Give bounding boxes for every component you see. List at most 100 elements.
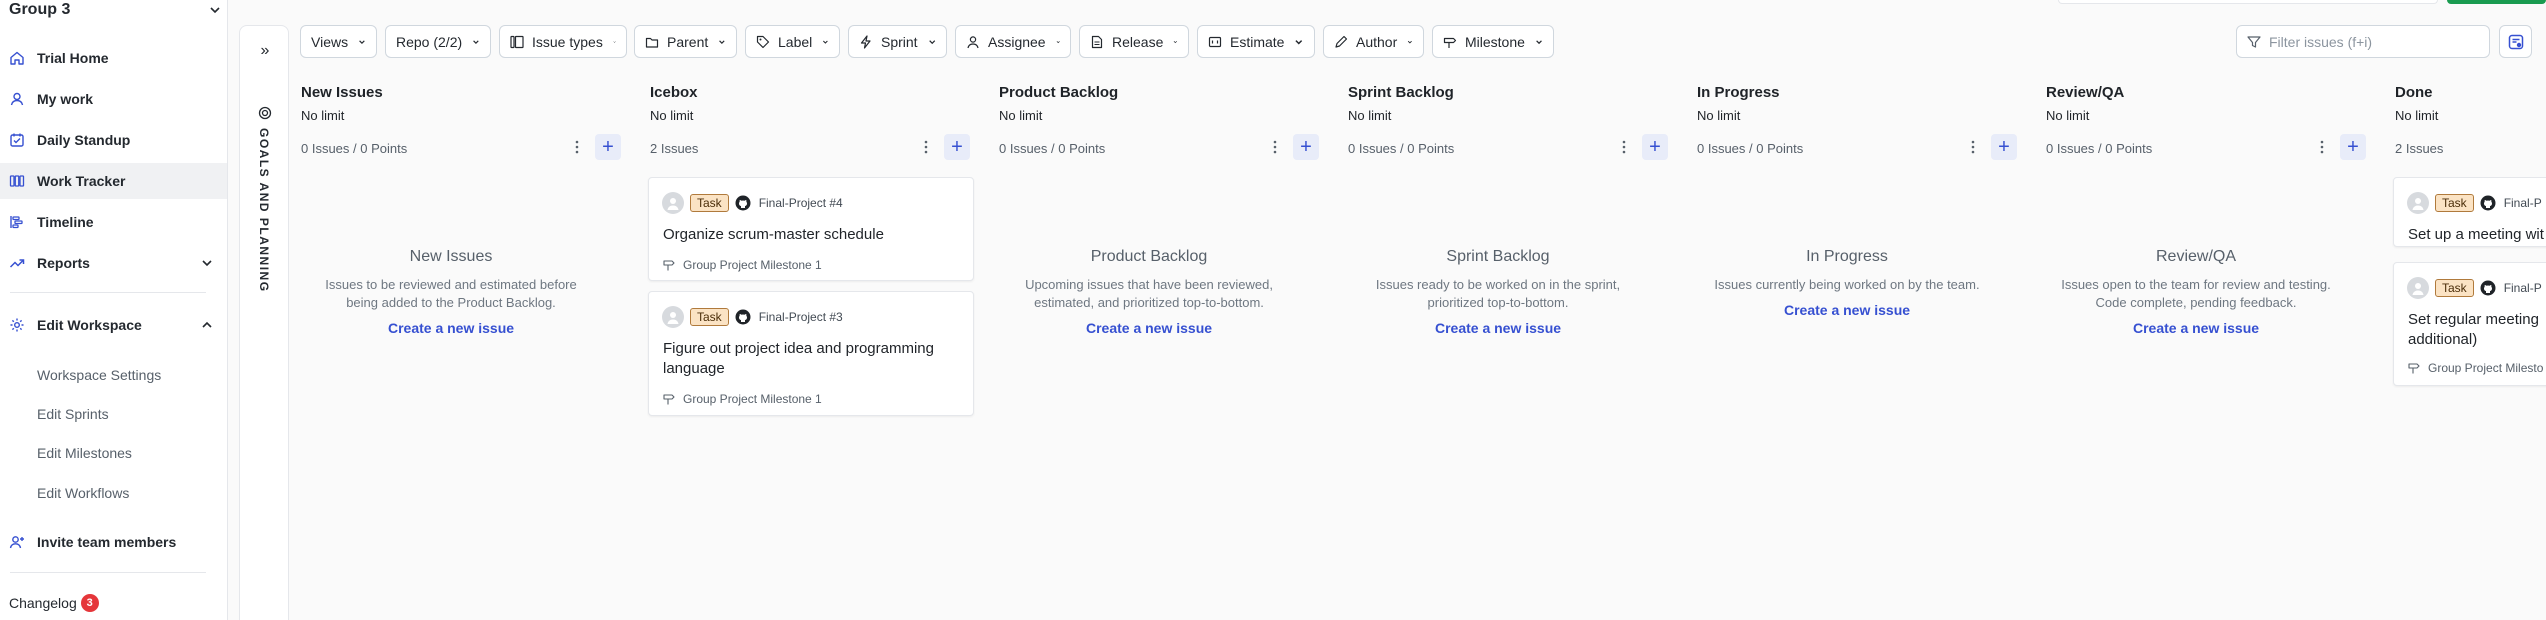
issue-card[interactable]: Task Final-P Set up a meeting wit — [2393, 177, 2546, 247]
document-icon — [1090, 35, 1104, 49]
empty-state: In Progress Issues currently being worke… — [1697, 248, 1997, 318]
new-issue-button[interactable] — [2447, 0, 2546, 4]
repo-filter[interactable]: Repo (2/2) — [385, 25, 491, 58]
column-menu-button[interactable] — [569, 137, 585, 157]
estimate-filter[interactable]: Estimate — [1197, 25, 1315, 58]
milestone-filter[interactable]: Milestone — [1432, 25, 1554, 58]
issue-card[interactable]: Task Final-Project #3 Figure out project… — [648, 291, 974, 416]
github-icon — [735, 309, 751, 325]
column-limit: No limit — [650, 108, 694, 123]
column-count: 0 Issues / 0 Points — [301, 141, 408, 156]
chevron-down-icon — [1536, 39, 1542, 44]
column-menu-button[interactable] — [1616, 137, 1632, 157]
target-icon — [258, 106, 272, 120]
card-header: Task Final-Project #4 — [662, 192, 843, 214]
create-issue-link[interactable]: Create a new issue — [2133, 320, 2259, 336]
timeline-icon — [9, 214, 25, 230]
sidebar-item-edit-workspace[interactable]: Edit Workspace — [0, 307, 227, 343]
user-icon — [966, 35, 980, 49]
empty-description: Issues currently being worked on by the … — [1714, 277, 1980, 292]
create-issue-link[interactable]: Create a new issue — [388, 320, 514, 336]
sprint-filter[interactable]: Sprint — [848, 25, 947, 58]
chevron-down-icon — [823, 40, 829, 44]
sidebar-item-label: My work — [37, 91, 94, 107]
chevron-down-icon — [473, 39, 479, 44]
chevron-down-icon — [1408, 40, 1413, 43]
column-product-backlog: Product Backlog No limit 0 Issues / 0 Po… — [987, 80, 1327, 620]
parent-filter[interactable]: Parent — [634, 25, 737, 58]
kebab-icon — [2320, 140, 2324, 154]
create-issue-link[interactable]: Create a new issue — [1784, 302, 1910, 318]
milestone-icon — [663, 394, 675, 405]
column-menu-button[interactable] — [1267, 137, 1283, 157]
column-count: 0 Issues / 0 Points — [1697, 141, 1804, 156]
issue-card[interactable]: Task Final-Project #4 Organize scrum-mas… — [648, 177, 974, 281]
sidebar-subitem-edit-sprints[interactable]: Edit Sprints — [37, 399, 109, 429]
filter-issues-search[interactable] — [2236, 25, 2490, 58]
milestone-icon — [1443, 35, 1457, 49]
sidebar-item-reports[interactable]: Reports — [0, 245, 227, 281]
issue-milestone: Group Project Milestone 1 — [663, 258, 822, 272]
kebab-icon — [924, 140, 928, 154]
column-menu-button[interactable] — [2314, 137, 2330, 157]
sidebar-item-timeline[interactable]: Timeline — [0, 204, 227, 240]
empty-state: New Issues Issues to be reviewed and est… — [301, 248, 601, 336]
create-issue-link[interactable]: Create a new issue — [1435, 320, 1561, 336]
column-done: Done No limit 2 Issues Task Final-P Set … — [2383, 80, 2546, 620]
label-filter[interactable]: Label — [745, 25, 840, 58]
add-issue-button[interactable]: + — [944, 134, 970, 160]
sidebar-item-my-work[interactable]: My work — [0, 81, 227, 117]
column-menu-button[interactable] — [918, 137, 934, 157]
sidebar-item-daily-standup[interactable]: Daily Standup — [0, 122, 227, 158]
create-issue-link[interactable]: Create a new issue — [1086, 320, 1212, 336]
filter-icon — [2247, 35, 2261, 48]
add-issue-button[interactable]: + — [595, 134, 621, 160]
column-menu-button[interactable] — [1965, 137, 1981, 157]
empty-title: Sprint Backlog — [1446, 248, 1550, 265]
column-title: Done — [2395, 84, 2433, 101]
assignee-filter[interactable]: Assignee — [955, 25, 1071, 58]
views-filter[interactable]: Views — [300, 25, 377, 58]
empty-description: Issues open to the team for review and t… — [2061, 277, 2331, 310]
sidebar-subitem-workspace-settings[interactable]: Workspace Settings — [37, 360, 161, 390]
home-icon — [9, 50, 25, 66]
sidebar-subitem-edit-milestones[interactable]: Edit Milestones — [37, 438, 132, 468]
issue-card[interactable]: Task Final-P Set regular meeting additio… — [2393, 262, 2546, 386]
board-settings-button[interactable] — [2499, 25, 2532, 58]
sidebar-subitem-edit-workflows[interactable]: Edit Workflows — [37, 478, 129, 508]
issue-reference: Final-Project #4 — [758, 196, 843, 210]
milestone-icon — [663, 260, 675, 271]
issue-reference: Final-Project #3 — [758, 310, 843, 324]
empty-description: Issues ready to be worked on in the spri… — [1375, 277, 1621, 310]
kebab-icon — [1622, 140, 1626, 154]
release-filter[interactable]: Release — [1079, 25, 1189, 58]
author-filter[interactable]: Author — [1323, 25, 1424, 58]
filter-label: Issue types — [532, 33, 603, 50]
add-issue-button[interactable]: + — [1293, 134, 1319, 160]
filter-issues-input[interactable] — [2269, 33, 2479, 50]
board-settings-icon — [2508, 34, 2523, 49]
sidebar-item-trial-home[interactable]: Trial Home — [0, 40, 227, 76]
add-issue-button[interactable]: + — [1642, 134, 1668, 160]
changelog-link[interactable]: Changelog 3 — [9, 592, 99, 614]
chevron-up-icon — [202, 321, 212, 328]
empty-title: In Progress — [1806, 248, 1888, 265]
invite-team-members-button[interactable]: Invite team members — [0, 524, 227, 560]
empty-state: Review/QA Issues open to the team for re… — [2046, 248, 2346, 336]
column-title: Sprint Backlog — [1348, 84, 1454, 101]
add-issue-button[interactable]: + — [1991, 134, 2017, 160]
add-issue-button[interactable]: + — [2340, 134, 2366, 160]
issue-types-filter[interactable]: Issue types — [499, 25, 627, 58]
sidebar-item-label: Edit Workspace — [37, 317, 142, 333]
top-search-field[interactable] — [2058, 0, 2438, 4]
expand-panel-icon[interactable]: » — [257, 42, 273, 59]
column-review-qa: Review/QA No limit 0 Issues / 0 Points +… — [2034, 80, 2374, 620]
github-icon — [2480, 280, 2496, 296]
column-count: 0 Issues / 0 Points — [1348, 141, 1455, 156]
issue-title: Set regular meeting additional) — [2408, 311, 2539, 348]
column-icebox: Icebox No limit 2 Issues + Task Final-Pr… — [638, 80, 978, 620]
sidebar-item-work-tracker[interactable]: Work Tracker — [0, 163, 227, 199]
column-limit: No limit — [1697, 108, 1741, 123]
workspace-switcher[interactable]: Group 3 — [9, 0, 221, 20]
chevron-down-icon — [1174, 40, 1178, 43]
